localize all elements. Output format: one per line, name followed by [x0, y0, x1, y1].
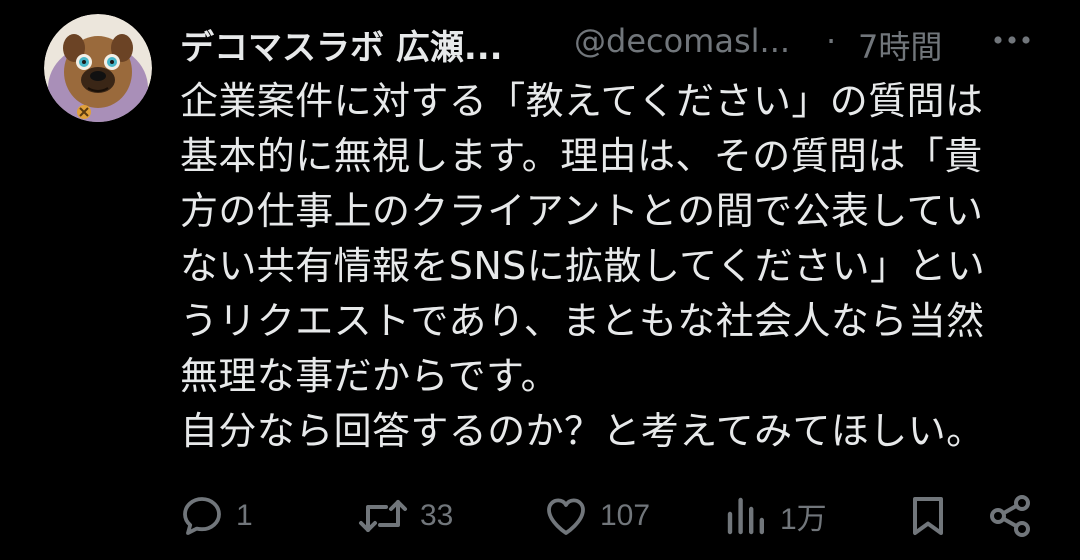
share-icon	[990, 495, 1030, 537]
views-icon	[727, 497, 764, 535]
tweet-body: 企業案件に対する「教えてください」の質問は 基本的に無視します。理由は、その質問…	[180, 74, 1040, 459]
body-line: ない共有情報をSNSに拡散してください」とい	[180, 244, 986, 288]
repost-button[interactable]: 33	[356, 486, 453, 546]
user-handle[interactable]: @decomasl...	[574, 22, 790, 60]
reply-count: 1	[236, 499, 253, 532]
timestamp[interactable]: 7時間	[858, 22, 942, 68]
action-bar: 1 33 107 1万	[0, 486, 1080, 546]
like-button[interactable]: 107	[542, 486, 650, 546]
reply-button[interactable]: 1	[178, 486, 253, 546]
separator-dot: ·	[826, 22, 837, 60]
like-count: 107	[600, 499, 651, 532]
views-button[interactable]: 1万	[722, 486, 827, 546]
body-line: 自分なら回答するのか？と考えてみてほしい。	[180, 409, 985, 453]
reply-icon	[183, 497, 221, 535]
body-line: 方の仕事上のクライアントとの間で公表してい	[180, 189, 984, 233]
bookmark-icon	[913, 497, 943, 535]
body-line: うリクエストであり、まともな社会人なら当然	[180, 299, 985, 343]
tweet-header: デコマスラボ 広瀬... @decomasl... · 7時間	[180, 18, 1050, 69]
heart-icon	[547, 498, 585, 535]
tweet[interactable]: デコマスラボ 広瀬... @decomasl... · 7時間 企業案件に対する…	[0, 0, 1080, 560]
more-icon	[994, 36, 1030, 44]
repost-icon	[359, 500, 407, 532]
body-line: 企業案件に対する「教えてください」の質問は	[180, 79, 984, 123]
views-count: 1万	[780, 503, 827, 536]
repost-count: 33	[420, 499, 454, 532]
avatar[interactable]	[44, 14, 152, 122]
bookmark-button[interactable]	[904, 486, 952, 546]
body-line: 無理な事だからです。	[180, 354, 560, 398]
body-line: 基本的に無視します。理由は、その質問は「貴	[180, 134, 983, 178]
avatar-image	[44, 14, 152, 122]
display-name[interactable]: デコマスラボ 広瀬...	[180, 20, 503, 69]
share-button[interactable]	[986, 486, 1034, 546]
more-button[interactable]	[986, 18, 1038, 62]
